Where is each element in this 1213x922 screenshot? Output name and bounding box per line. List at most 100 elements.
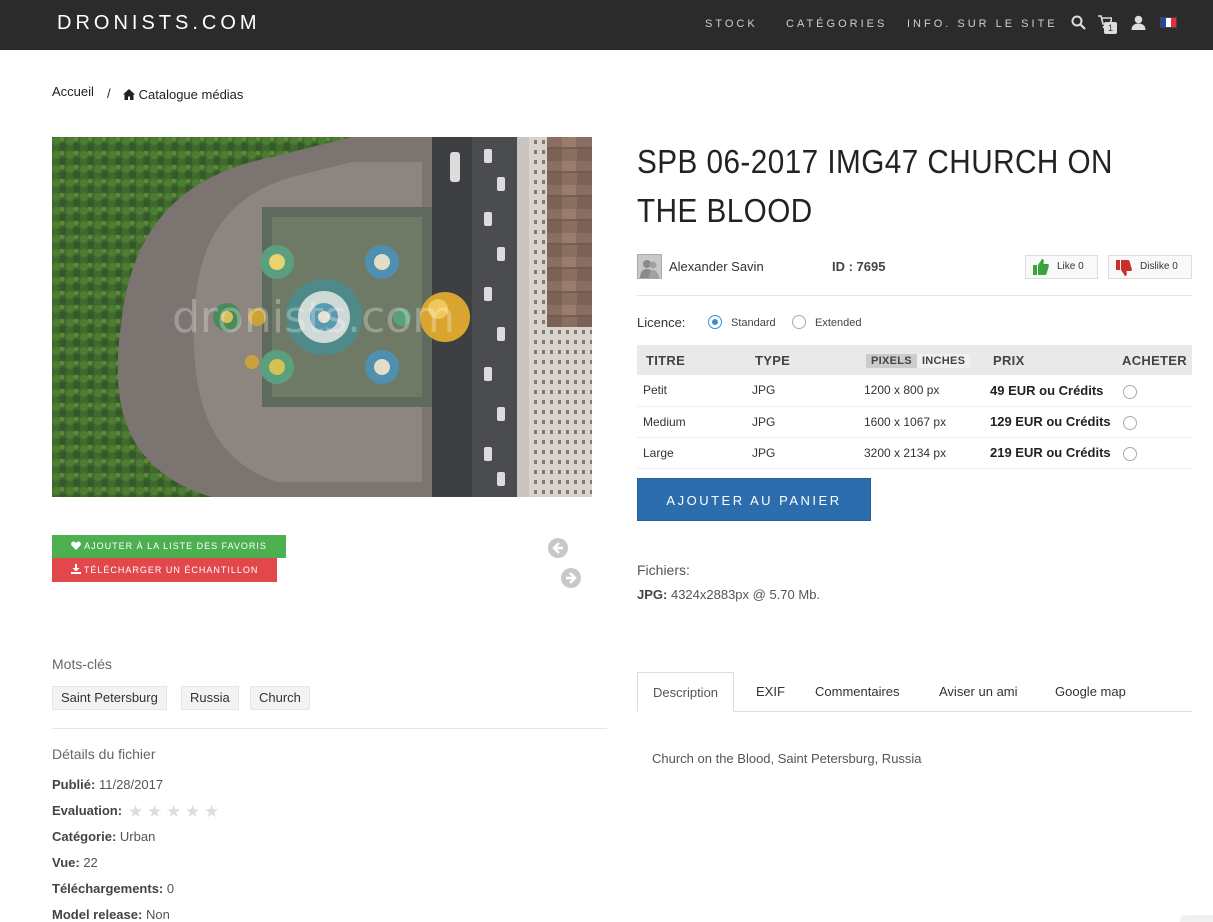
search-icon[interactable] bbox=[1071, 15, 1086, 34]
file-details: 4324x2883px @ 5.70 Mb. bbox=[670, 587, 821, 602]
col-price: PRIX bbox=[984, 345, 1113, 375]
add-to-cart-button[interactable]: AJOUTER AU PANIER bbox=[637, 478, 871, 521]
row-title: Petit bbox=[637, 375, 746, 407]
detail-rating: Evaluation: bbox=[52, 803, 122, 818]
cart-count-badge: 1 bbox=[1104, 22, 1117, 34]
star-icon[interactable]: ★ bbox=[185, 803, 202, 820]
price-table-header: TITRE TYPE PIXELS INCHES PRIX ACHETER bbox=[637, 345, 1192, 375]
category-value[interactable]: Urban bbox=[120, 829, 155, 844]
detail-category: Catégorie: Urban bbox=[52, 829, 155, 844]
tab-tell-a-friend[interactable]: Aviser un ami bbox=[924, 672, 1033, 712]
row-price: 129 EUR ou Crédits bbox=[984, 406, 1113, 438]
row-type: JPG bbox=[746, 406, 860, 438]
licence-extended-radio[interactable] bbox=[792, 315, 806, 329]
detail-downloads: Téléchargements: 0 bbox=[52, 881, 174, 896]
col-buy: ACHETER bbox=[1113, 345, 1192, 375]
add-to-favorites-button[interactable]: AJOUTER À LA LISTE DES FAVORIS bbox=[52, 535, 286, 558]
views-label: Vue: bbox=[52, 855, 80, 870]
breadcrumb-current-label: Catalogue médias bbox=[138, 87, 244, 102]
main-photo[interactable]: dronists.com bbox=[52, 137, 592, 497]
aerial-photo-illustration: dronists.com bbox=[52, 137, 592, 497]
tab-description[interactable]: Description bbox=[637, 672, 735, 712]
col-size: PIXELS INCHES bbox=[860, 345, 984, 375]
detail-views: Vue: 22 bbox=[52, 855, 98, 870]
keyword-tag[interactable]: Church bbox=[250, 686, 310, 710]
row-size: 1200 x 800 px bbox=[860, 375, 984, 407]
row-title: Medium bbox=[637, 406, 746, 438]
row-buy-cell bbox=[1113, 437, 1192, 469]
row-buy-cell bbox=[1113, 375, 1192, 407]
buy-radio[interactable] bbox=[1123, 384, 1137, 399]
published-value: 11/28/2017 bbox=[98, 777, 164, 792]
home-icon bbox=[123, 89, 135, 100]
breadcrumb-current[interactable]: Catalogue médias bbox=[123, 87, 243, 102]
keyword-tag[interactable]: Russia bbox=[181, 686, 239, 710]
star-icon[interactable]: ★ bbox=[147, 803, 164, 820]
row-buy-cell bbox=[1113, 406, 1192, 438]
author-name[interactable]: Alexander Savin bbox=[669, 259, 764, 274]
tab-google-map[interactable]: Google map bbox=[1040, 672, 1141, 712]
files-label: Fichiers: bbox=[637, 562, 690, 578]
download-sample-label: TÉLÉCHARGER UN ÉCHANTILLON bbox=[83, 565, 259, 575]
keyword-tag[interactable]: Saint Petersburg bbox=[52, 686, 167, 710]
tab-comments[interactable]: Commentaires bbox=[800, 672, 915, 712]
star-icon[interactable]: ★ bbox=[204, 803, 221, 820]
file-format: JPG: bbox=[637, 587, 668, 602]
files-info: JPG: 4324x2883px @ 5.70 Mb. bbox=[637, 587, 820, 602]
star-icon[interactable]: ★ bbox=[166, 803, 183, 820]
download-sample-button[interactable]: TÉLÉCHARGER UN ÉCHANTILLON bbox=[52, 558, 277, 582]
buy-radio[interactable] bbox=[1123, 416, 1137, 430]
inches-toggle[interactable]: INCHES bbox=[916, 354, 971, 368]
like-button[interactable]: Like 0 bbox=[1025, 255, 1098, 279]
photo-watermark: dronists.com bbox=[172, 292, 455, 343]
thumbs-down-icon bbox=[1116, 260, 1132, 276]
model-release-label: Model release: bbox=[52, 907, 143, 922]
user-icon[interactable] bbox=[1131, 15, 1146, 34]
top-navbar: DRONISTS.COM STOCK CATÉGORIES INFO. SUR … bbox=[0, 0, 1213, 50]
licence-standard-label[interactable]: Standard bbox=[731, 317, 776, 329]
breadcrumb-home[interactable]: Accueil bbox=[52, 84, 94, 99]
buy-radio[interactable] bbox=[1123, 447, 1137, 461]
flag-fr-icon[interactable] bbox=[1160, 17, 1177, 28]
col-type: TYPE bbox=[746, 345, 860, 375]
nav-stock[interactable]: STOCK bbox=[705, 18, 758, 30]
price-table: TITRE TYPE PIXELS INCHES PRIX ACHETER Pet… bbox=[637, 345, 1192, 469]
col-title: TITRE bbox=[637, 345, 746, 375]
published-label: Publié: bbox=[52, 777, 96, 792]
row-title: Large bbox=[637, 437, 746, 469]
tab-exif[interactable]: EXIF bbox=[741, 672, 800, 712]
like-label: Like 0 bbox=[1057, 261, 1084, 272]
dislike-button[interactable]: Dislike 0 bbox=[1108, 255, 1192, 279]
breadcrumb-separator: / bbox=[107, 86, 111, 101]
file-details-title: Détails du fichier bbox=[52, 746, 156, 762]
prev-arrow-icon[interactable] bbox=[548, 538, 568, 558]
scroll-corner bbox=[1180, 915, 1213, 922]
next-arrow-icon[interactable] bbox=[561, 568, 581, 588]
heart-icon bbox=[71, 541, 81, 550]
site-logo[interactable]: DRONISTS.COM bbox=[57, 12, 261, 35]
licence-standard-radio[interactable] bbox=[708, 315, 722, 329]
table-row: Petit JPG 1200 x 800 px 49 EUR ou Crédit… bbox=[637, 375, 1192, 407]
nav-categories[interactable]: CATÉGORIES bbox=[786, 18, 887, 30]
star-icon[interactable]: ★ bbox=[128, 803, 145, 820]
views-value: 22 bbox=[83, 855, 98, 870]
licence-label: Licence: bbox=[637, 315, 686, 330]
keywords-title: Mots-clés bbox=[52, 656, 112, 672]
divider bbox=[52, 728, 607, 729]
pixels-toggle[interactable]: PIXELS bbox=[866, 354, 917, 368]
rating-label: Evaluation: bbox=[52, 803, 123, 818]
row-type: JPG bbox=[746, 437, 860, 469]
downloads-value: 0 bbox=[166, 881, 175, 896]
row-size: 1600 x 1067 px bbox=[860, 406, 984, 438]
dislike-label: Dislike 0 bbox=[1140, 261, 1178, 272]
licence-extended-label[interactable]: Extended bbox=[815, 317, 861, 329]
nav-site-info[interactable]: INFO. SUR LE SITE bbox=[907, 18, 1058, 30]
row-price: 49 EUR ou Crédits bbox=[984, 375, 1113, 407]
category-label: Catégorie: bbox=[52, 829, 117, 844]
table-row: Medium JPG 1600 x 1067 px 129 EUR ou Cré… bbox=[637, 406, 1192, 438]
row-size: 3200 x 2134 px bbox=[860, 437, 984, 469]
author-avatar[interactable] bbox=[637, 254, 662, 279]
photo-title: SPB 06-2017 IMG47 CHURCH ON THE BLOOD bbox=[637, 143, 1113, 229]
model-release-value: Non bbox=[145, 907, 170, 922]
download-icon bbox=[70, 564, 81, 574]
